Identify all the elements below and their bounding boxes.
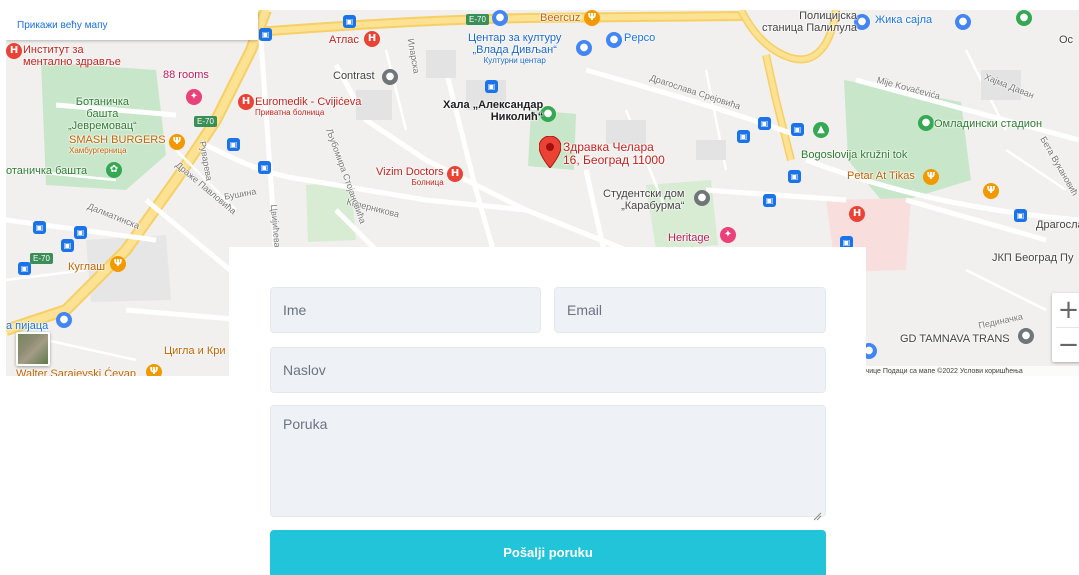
map-label-gd-tamnava-trans[interactable]: GD TAMNAVA TRANS: [900, 333, 1010, 345]
shopping-icon[interactable]: ✦: [720, 227, 736, 243]
contact-page: E-70 E-70 E-70 H H H H H ✦ ✦ Ψ Ψ Ψ Ψ Ψ Ψ…: [0, 0, 1079, 575]
marker-address-label: Здравка Челара 16, Београд 11000: [563, 140, 665, 167]
street-label: Драгосла: [1036, 219, 1079, 231]
map-label-hala-aleksandar-nikolic[interactable]: Хала „Александар Николић“: [443, 99, 543, 123]
shopping-icon[interactable]: ●: [56, 312, 72, 328]
map-label-petar-at-tikas[interactable]: Petar At Tikas: [847, 170, 915, 182]
bus-stop-icon[interactable]: ▣: [737, 130, 750, 143]
map-label-os: Ос: [1059, 34, 1074, 46]
map-label-policijska-stanica[interactable]: Полицијска станица Палилула: [762, 10, 857, 34]
road-shield-e70: E-70: [194, 116, 217, 127]
bus-stop-icon[interactable]: ▣: [763, 194, 776, 207]
place-icon[interactable]: ●: [955, 14, 971, 30]
map-label-88-rooms[interactable]: 88 rooms: [163, 69, 209, 81]
stadium-icon[interactable]: ●: [918, 115, 934, 131]
map-label-kuglas[interactable]: Куглаш: [68, 261, 105, 273]
bus-stop-icon[interactable]: ▣: [74, 226, 87, 239]
resize-grip-icon[interactable]: [812, 511, 822, 521]
map-label-smash-burgers[interactable]: SMASH BURGERS Хамбургерница: [69, 134, 166, 155]
map-label-studentski-dom[interactable]: Студентски дом „Карабурма“: [603, 188, 684, 212]
bus-stop-icon[interactable]: ▣: [33, 221, 46, 234]
satellite-toggle[interactable]: [16, 332, 50, 366]
bus-stop-icon[interactable]: ▣: [18, 262, 31, 275]
culture-icon[interactable]: ●: [576, 40, 592, 56]
restaurant-icon[interactable]: Ψ: [110, 256, 126, 272]
restaurant-icon[interactable]: Ψ: [584, 10, 600, 26]
map-label-omladinski-stadion[interactable]: Омладински стадион: [934, 118, 1042, 130]
map-label-bogoslovija[interactable]: Bogoslovija kružni tok: [801, 149, 907, 161]
restaurant-icon[interactable]: Ψ: [169, 134, 185, 150]
bus-stop-icon[interactable]: ▣: [258, 161, 271, 174]
map-label-botanicka[interactable]: Ботаничка башта „Јевремовац“: [68, 96, 137, 132]
bus-stop-icon[interactable]: ▣: [343, 15, 356, 28]
hospital-icon[interactable]: H: [849, 206, 865, 222]
bus-stop-icon[interactable]: ▣: [61, 239, 74, 252]
bus-stop-icon[interactable]: ▣: [791, 123, 804, 136]
bus-stop-icon[interactable]: ▣: [227, 138, 240, 151]
restaurant-icon[interactable]: Ψ: [923, 169, 939, 185]
map-label-heritage[interactable]: Heritage: [668, 232, 710, 244]
bus-stop-icon[interactable]: ▣: [259, 28, 272, 41]
send-message-button[interactable]: Pošalji poruku: [270, 530, 826, 575]
map-label-contrast[interactable]: Contrast: [333, 70, 375, 82]
view-larger-map-link[interactable]: Прикажи већу мапу: [6, 10, 258, 40]
map-label-pepco[interactable]: Pepco: [624, 32, 655, 44]
bus-stop-icon[interactable]: ▣: [788, 170, 801, 183]
bus-stop-icon[interactable]: ▣: [758, 117, 771, 130]
contact-form-card: Pošalji poruku: [229, 247, 866, 575]
map-label-beercuz[interactable]: Beercuz: [540, 12, 580, 24]
zoom-out-button[interactable]: −: [1052, 328, 1079, 362]
bus-stop-icon[interactable]: ▣: [1014, 209, 1027, 222]
place-icon[interactable]: ●: [382, 69, 398, 85]
zoom-in-button[interactable]: +: [1052, 293, 1079, 327]
map-label-vizim-doctors[interactable]: Vizim Doctors Болница: [376, 166, 444, 187]
road-shield-e70: E-70: [30, 253, 53, 264]
hospital-icon[interactable]: H: [6, 43, 22, 59]
zoom-controls: + −: [1052, 293, 1079, 362]
shopping-bag-icon[interactable]: ●: [606, 32, 622, 48]
location-marker-icon[interactable]: [539, 136, 561, 168]
map-label-atlas[interactable]: Атлас: [329, 34, 359, 46]
subject-input[interactable]: [270, 347, 826, 393]
map-label-jkp[interactable]: ЈКП Београд Пу: [992, 252, 1073, 264]
restaurant-icon[interactable]: Ψ: [983, 183, 999, 199]
name-input[interactable]: [270, 287, 541, 333]
bus-stop-icon[interactable]: ▣: [485, 80, 498, 93]
place-icon[interactable]: ●: [1018, 328, 1034, 344]
map-label-cigla[interactable]: Цигла и Кри: [164, 345, 226, 357]
map-attribution[interactable]: речице Подаци са мапе ©2022 Услови кориш…: [858, 366, 1079, 376]
email-input[interactable]: [554, 287, 826, 333]
message-textarea[interactable]: [270, 405, 826, 517]
map-label-centar-za-kulturu[interactable]: Центар за културу „Влада Дивљан“ Културни …: [468, 32, 561, 65]
hotel-icon[interactable]: ✦: [186, 89, 202, 105]
place-icon[interactable]: ●: [694, 190, 710, 206]
map-label-euromedik[interactable]: Euromedik - Cvijićeva Приватна болница: [255, 96, 361, 117]
hospital-icon[interactable]: H: [364, 31, 380, 47]
map-label-walter[interactable]: Walter Sarajevski Ćevap: [16, 368, 136, 376]
map-label-institute[interactable]: Институт за ментално здравље: [23, 44, 121, 68]
map-label-zika-sajla[interactable]: Жика сајла: [875, 14, 932, 26]
hospital-icon[interactable]: H: [447, 166, 463, 182]
landmark-icon[interactable]: ▲: [813, 122, 829, 138]
road-shield-e70: E-70: [466, 14, 489, 25]
place-icon[interactable]: ●: [492, 10, 508, 26]
map-label-pijaca[interactable]: а пијаца: [6, 320, 48, 332]
park-icon[interactable]: ✿: [106, 162, 122, 178]
landmark-icon[interactable]: ●: [1016, 10, 1032, 26]
restaurant-icon[interactable]: Ψ: [146, 364, 162, 376]
hospital-icon[interactable]: H: [238, 94, 254, 110]
map-label-botanicka-basta[interactable]: отаничка башта: [6, 165, 87, 177]
